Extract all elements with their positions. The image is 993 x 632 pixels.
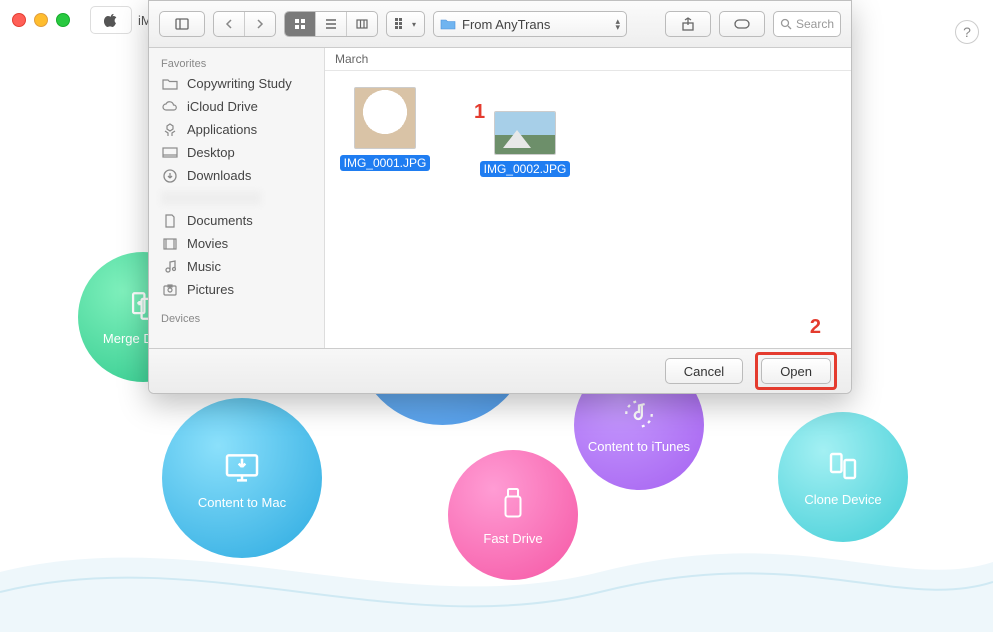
sidebar-item-music[interactable]: Music xyxy=(149,255,324,278)
cancel-button[interactable]: Cancel xyxy=(665,358,743,384)
circle-label: Clone Device xyxy=(804,492,881,507)
dialog-sidebar[interactable]: Favorites Copywriting Study iCloud Drive… xyxy=(149,48,325,348)
share-button[interactable] xyxy=(665,11,711,37)
dialog-content: March IMG_0001.JPG IMG_0002.JPG xyxy=(325,48,851,348)
apple-logo-icon xyxy=(90,6,132,34)
file-item[interactable]: IMG_0001.JPG xyxy=(345,87,425,171)
sidebar-item-label: Movies xyxy=(187,236,228,251)
usb-drive-icon xyxy=(498,485,528,523)
list-view-button[interactable] xyxy=(315,12,346,36)
document-icon xyxy=(161,214,179,228)
fast-drive-button[interactable]: Fast Drive xyxy=(448,450,578,580)
help-button[interactable]: ? xyxy=(955,20,979,44)
file-name: IMG_0001.JPG xyxy=(340,155,431,171)
icon-view-button[interactable] xyxy=(285,12,315,36)
music-icon xyxy=(161,260,179,274)
window-traffic-lights[interactable] xyxy=(12,13,70,27)
column-view-button[interactable] xyxy=(346,12,377,36)
sidebar-item-downloads[interactable]: Downloads xyxy=(149,164,324,187)
sidebar-item-label: Downloads xyxy=(187,168,251,183)
chevron-updown-icon: ▴▾ xyxy=(615,18,620,30)
folder-name: From AnyTrans xyxy=(462,17,550,32)
file-thumbnail xyxy=(354,87,416,149)
sidebar-item-movies[interactable]: Movies xyxy=(149,232,324,255)
dialog-footer: Cancel Open xyxy=(149,348,851,393)
folder-icon xyxy=(161,77,179,91)
clone-icon xyxy=(825,448,861,484)
sidebar-item-label: Pictures xyxy=(187,282,234,297)
view-mode-segment[interactable] xyxy=(284,11,378,37)
sidebar-item-label: Applications xyxy=(187,122,257,137)
circle-label: Fast Drive xyxy=(483,531,542,546)
sidebar-item-label: iCloud Drive xyxy=(187,99,258,114)
sidebar-item-label: Documents xyxy=(187,213,253,228)
content-to-mac-button[interactable]: Content to Mac xyxy=(162,398,322,558)
sidebar-item-redacted xyxy=(161,191,261,205)
group-by-button[interactable]: ▾ xyxy=(386,11,425,37)
sidebar-item-desktop[interactable]: Desktop xyxy=(149,141,324,164)
sidebar-item-documents[interactable]: Documents xyxy=(149,209,324,232)
monitor-download-icon xyxy=(222,447,262,487)
sidebar-item-applications[interactable]: Applications xyxy=(149,118,324,141)
search-icon xyxy=(780,18,792,30)
minimize-window-icon[interactable] xyxy=(34,13,48,27)
file-open-dialog: ▾ From AnyTrans ▴▾ Search Favorites Copy… xyxy=(148,0,852,394)
folder-dropdown[interactable]: From AnyTrans ▴▾ xyxy=(433,11,627,37)
nav-back-forward[interactable] xyxy=(213,11,276,37)
annotation-1: 1 xyxy=(474,101,485,124)
annotation-2: 2 xyxy=(810,316,821,339)
sidebar-section-devices: Devices xyxy=(149,309,324,327)
cloud-icon xyxy=(161,100,179,114)
sidebar-item-label: Music xyxy=(187,259,221,274)
forward-button[interactable] xyxy=(244,12,275,36)
movie-icon xyxy=(161,237,179,251)
open-button-highlight: Open xyxy=(755,352,837,390)
apps-icon xyxy=(161,123,179,137)
sidebar-section-favorites: Favorites xyxy=(149,54,324,72)
itunes-sync-icon xyxy=(622,397,656,431)
sidebar-item-icloud[interactable]: iCloud Drive xyxy=(149,95,324,118)
sidebar-item-label: Copywriting Study xyxy=(187,76,292,91)
file-name: IMG_0002.JPG xyxy=(480,161,571,177)
sidebar-toggle-button[interactable] xyxy=(159,11,205,37)
folder-icon xyxy=(440,18,456,30)
close-window-icon[interactable] xyxy=(12,13,26,27)
search-placeholder: Search xyxy=(796,17,834,31)
clone-device-button[interactable]: Clone Device xyxy=(778,412,908,542)
file-thumbnail xyxy=(494,111,556,155)
sidebar-item-copywriting[interactable]: Copywriting Study xyxy=(149,72,324,95)
zoom-window-icon[interactable] xyxy=(56,13,70,27)
search-input[interactable]: Search xyxy=(773,11,841,37)
tags-button[interactable] xyxy=(719,11,765,37)
back-button[interactable] xyxy=(214,12,244,36)
sidebar-item-label: Desktop xyxy=(187,145,235,160)
picture-icon xyxy=(161,283,179,297)
circle-label: Content to iTunes xyxy=(588,439,690,454)
download-icon xyxy=(161,169,179,183)
open-button[interactable]: Open xyxy=(761,358,831,384)
file-grid[interactable]: IMG_0001.JPG IMG_0002.JPG xyxy=(325,71,851,348)
file-item[interactable]: IMG_0002.JPG xyxy=(485,111,565,177)
sidebar-item-pictures[interactable]: Pictures xyxy=(149,278,324,301)
breadcrumb: March xyxy=(325,48,851,71)
desktop-icon xyxy=(161,146,179,160)
circle-label: Content to Mac xyxy=(198,495,286,510)
dialog-toolbar: ▾ From AnyTrans ▴▾ Search xyxy=(149,1,851,48)
